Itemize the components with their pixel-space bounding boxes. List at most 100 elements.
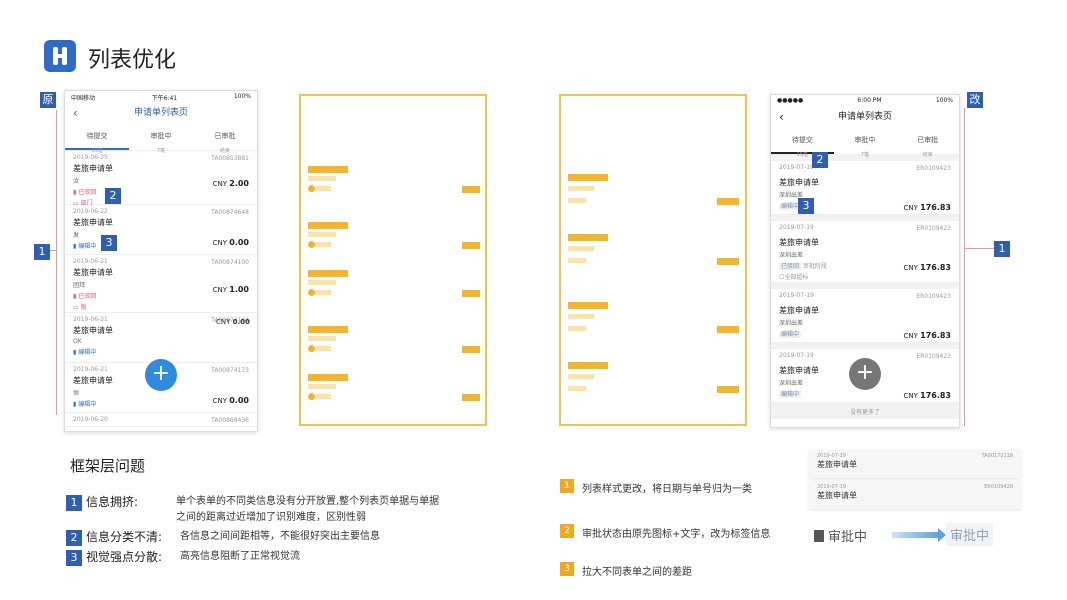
improve-text-2: 审批状态由原先图标+文字，改为标签信息	[582, 529, 771, 540]
problem-num-2: 2	[66, 530, 82, 546]
label-original: 原	[40, 92, 56, 108]
problem-title-2: 信息分类不清:	[86, 530, 163, 544]
tab-approved[interactable]: 已审批 结束	[896, 127, 959, 158]
wf2-bar-0	[568, 174, 608, 181]
wf1-amount-4	[462, 394, 480, 401]
wf1-barlight2-2	[315, 290, 331, 295]
wf1-barlight-0	[308, 176, 336, 181]
wf1-dot-1	[308, 241, 315, 248]
marker-3-right: 3	[798, 198, 814, 214]
marker-3-left: 3	[101, 235, 117, 251]
wf1-barlight-1	[308, 232, 336, 237]
time: 6:00 PM	[857, 97, 882, 104]
wf2-barlight-2	[568, 314, 594, 319]
list-item[interactable]: 2019-06-20 TA00868436	[65, 413, 257, 427]
wf2-bar-1	[568, 234, 608, 241]
list-footer: 没有更多了	[771, 403, 959, 419]
mini-card-2: 2019-07-19 ER0109428 差旅申请单	[809, 481, 1021, 509]
wf2-barlight2-2	[568, 326, 586, 331]
wf2-barlight-0	[568, 186, 594, 191]
arrow-icon	[892, 532, 938, 538]
wf1-barlight-4	[308, 384, 336, 389]
wf1-bar-3	[308, 326, 348, 333]
marker-1-right: 1	[994, 241, 1010, 257]
battery: 100%	[233, 93, 251, 100]
problem-desc-2: 各信息之间间距相等，不能很好突出主要信息	[180, 531, 380, 542]
problem-num-3: 3	[66, 550, 82, 566]
document-icon	[814, 530, 824, 542]
marker-2-right: 2	[812, 152, 828, 168]
nav-title: 申请单列表页	[837, 112, 892, 122]
list-item[interactable]: 2019-06-21 TA00874100 差旅申请单 团拜 ▮ 已驳回 ▭ 版 C…	[65, 255, 257, 313]
wf2-barlight-3	[568, 374, 594, 379]
tab-pending[interactable]: 待提交 19笔	[65, 123, 129, 154]
mini-card-1: 2019-07-19 TA00172118 差旅申请单	[809, 450, 1021, 478]
wf2-barlight2-0	[568, 198, 586, 203]
wf1-amount-1	[462, 242, 480, 249]
list-item[interactable]: 2019-07-19 ER0109423 差旅申请单 深圳出差 已驳回 审批阶段 ☐…	[771, 221, 959, 283]
wf2-amount-1	[717, 258, 739, 265]
arrow-head-icon	[938, 528, 946, 542]
problem-desc-3: 高亮信息阻断了正常视觉流	[180, 551, 300, 562]
wf1-bar-0	[308, 166, 348, 173]
wf1-barlight2-1	[315, 242, 331, 247]
status-after: 审批中	[946, 523, 994, 546]
tab-approved[interactable]: 已审批 结束	[193, 123, 257, 154]
wf1-amount-3	[462, 346, 480, 353]
wf2-bar-2	[568, 302, 608, 309]
wf1-barlight2-3	[315, 346, 331, 351]
marker-1-left: 1	[34, 244, 50, 260]
time: 下午6:41	[151, 95, 178, 102]
bracket-line-right	[964, 108, 965, 426]
carrier: ●●●●●	[777, 97, 804, 104]
back-icon[interactable]: ‹	[779, 107, 784, 127]
tab-pending[interactable]: 待提交 15笔	[771, 127, 834, 158]
back-icon[interactable]: ‹	[73, 103, 78, 123]
improve-num-2: 2	[560, 524, 574, 538]
nav-title: 申请单列表页	[133, 108, 188, 118]
bracket-line-left	[56, 110, 57, 415]
wf1-barlight-2	[308, 280, 336, 285]
problems-heading: 框架层问题	[70, 457, 146, 475]
wf1-barlight-3	[308, 336, 336, 341]
amount-row-4: CNY 0.00	[216, 318, 250, 326]
list-item[interactable]: 2019-06-25 TA00853881 差旅申请单汝 ▮ 已驳回 ▭ 部门 C…	[65, 151, 257, 207]
problem-desc-1a: 单个表单的不同类信息没有分开放置,整个列表页单据与单据	[176, 496, 440, 507]
wf1-dot-4	[308, 393, 315, 400]
list-item[interactable]: 2019-07-19 ER0109423 差旅申请单 深圳出差 编辑中 CNY 17…	[771, 289, 959, 343]
wf2-amount-2	[717, 326, 739, 333]
improve-num-1: 1	[560, 479, 574, 493]
list-item[interactable]: 2019-06-22 TA00874648 差旅申请单发 ▮ 编辑中 CNY 0.…	[65, 205, 257, 255]
wf1-dot-2	[308, 289, 315, 296]
bracket-tick-right	[964, 248, 994, 249]
tab-approving[interactable]: 审批中 7笔	[834, 127, 897, 158]
wf1-bar-1	[308, 222, 348, 229]
wf2-amount-3	[717, 386, 739, 393]
wf2-barlight2-3	[568, 386, 586, 391]
wf1-dot-3	[308, 345, 315, 352]
comment-icon: ▭	[73, 304, 81, 311]
carrier: 中国移动	[71, 95, 96, 102]
app-logo	[44, 40, 76, 72]
problem-num-1: 1	[66, 495, 82, 511]
wf1-amount-2	[462, 290, 480, 297]
wf2-amount-0	[717, 198, 739, 205]
add-fab-button[interactable]: +	[849, 358, 881, 390]
problem-title-1: 信息拥挤:	[86, 495, 139, 509]
wf1-dot-0	[308, 185, 315, 192]
problem-desc-1b: 之间的距离过近增加了识别难度，区别性弱	[176, 512, 366, 523]
problem-title-3: 视觉强点分散:	[86, 550, 163, 564]
improve-num-3: 3	[560, 562, 574, 576]
tab-approving[interactable]: 审批中 7笔	[129, 123, 193, 154]
improve-text-1: 列表样式更改，将日期与单号归为一类	[582, 484, 752, 495]
improve-text-3: 拉大不同表单之间的差距	[582, 567, 692, 578]
marker-2-left: 2	[105, 188, 121, 204]
wf1-barlight2-4	[315, 394, 331, 399]
label-new: 改	[967, 92, 983, 108]
wf1-bar-4	[308, 374, 348, 381]
wf2-barlight-1	[568, 246, 594, 251]
add-fab-button[interactable]: +	[145, 359, 177, 391]
wf1-barlight2-0	[315, 186, 331, 191]
wf1-bar-2	[308, 270, 348, 277]
wf2-barlight2-1	[568, 258, 586, 263]
